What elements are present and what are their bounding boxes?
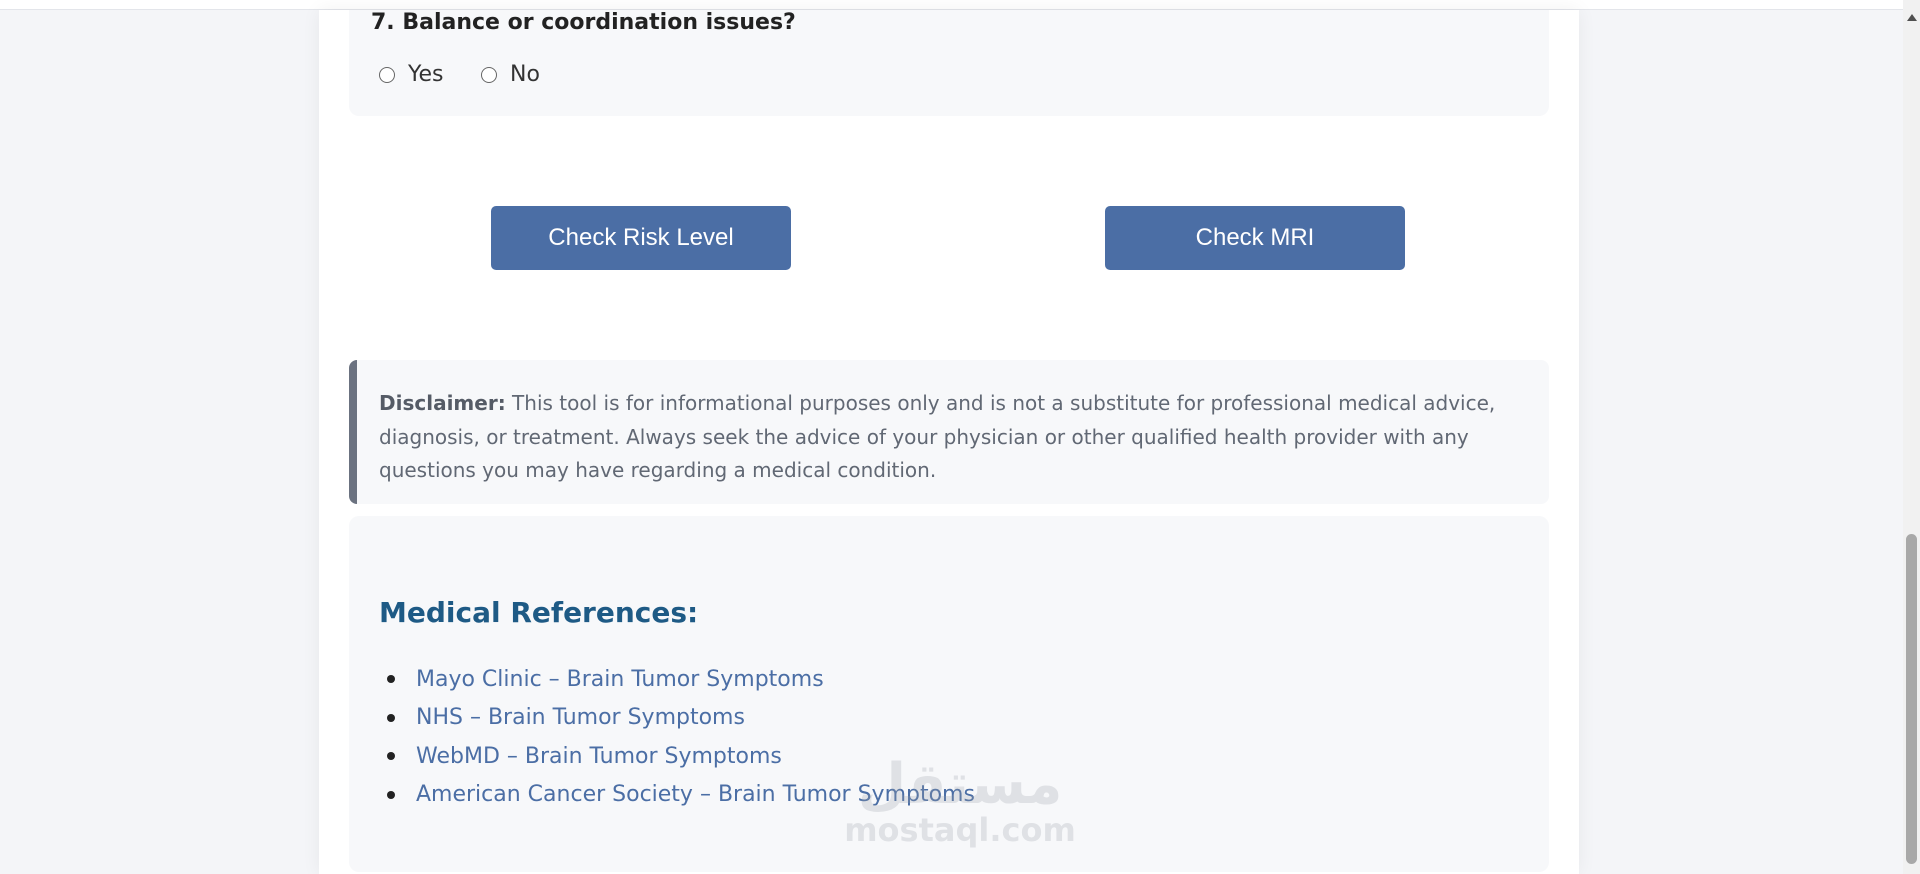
list-item: Mayo Clinic – Brain Tumor Symptoms — [379, 660, 975, 699]
medical-references: Medical References: Mayo Clinic – Brain … — [349, 516, 1549, 872]
option-no-label: No — [510, 62, 540, 87]
option-no[interactable]: No — [481, 62, 540, 87]
option-yes-label: Yes — [408, 62, 444, 87]
scrollbar-thumb[interactable] — [1906, 534, 1917, 864]
check-risk-level-button[interactable]: Check Risk Level — [491, 206, 791, 270]
question-7: 7. Balance or coordination issues? Yes N… — [349, 10, 1549, 116]
option-yes[interactable]: Yes — [379, 62, 444, 87]
bullet-icon — [387, 713, 395, 722]
disclaimer-text: This tool is for informational purposes … — [379, 391, 1496, 482]
vertical-scrollbar[interactable] — [1903, 0, 1920, 874]
disclaimer-label: Disclaimer: — [379, 391, 506, 415]
bullet-icon — [387, 790, 395, 799]
top-edge — [0, 0, 1903, 10]
list-item: NHS – Brain Tumor Symptoms — [379, 699, 975, 738]
references-title: Medical References: — [379, 596, 699, 629]
question-title: 7. Balance or coordination issues? — [371, 10, 796, 35]
reference-link-webmd[interactable]: WebMD – Brain Tumor Symptoms — [416, 744, 782, 769]
bullet-icon — [387, 752, 395, 761]
list-item: American Cancer Society – Brain Tumor Sy… — [379, 776, 975, 815]
disclaimer-box: Disclaimer: This tool is for information… — [349, 360, 1549, 504]
form-card: 7. Balance or coordination issues? Yes N… — [319, 10, 1579, 874]
check-mri-button[interactable]: Check MRI — [1105, 206, 1405, 270]
radio-yes[interactable] — [379, 66, 395, 83]
reference-link-nhs[interactable]: NHS – Brain Tumor Symptoms — [416, 705, 745, 730]
list-item: WebMD – Brain Tumor Symptoms — [379, 737, 975, 776]
scroll-up-arrow-icon[interactable] — [1907, 14, 1917, 21]
radio-no[interactable] — [481, 66, 497, 83]
bullet-icon — [387, 675, 395, 684]
reference-link-acs[interactable]: American Cancer Society – Brain Tumor Sy… — [416, 782, 975, 807]
references-list: Mayo Clinic – Brain Tumor Symptoms NHS –… — [379, 660, 975, 814]
reference-link-mayo[interactable]: Mayo Clinic – Brain Tumor Symptoms — [416, 667, 824, 692]
